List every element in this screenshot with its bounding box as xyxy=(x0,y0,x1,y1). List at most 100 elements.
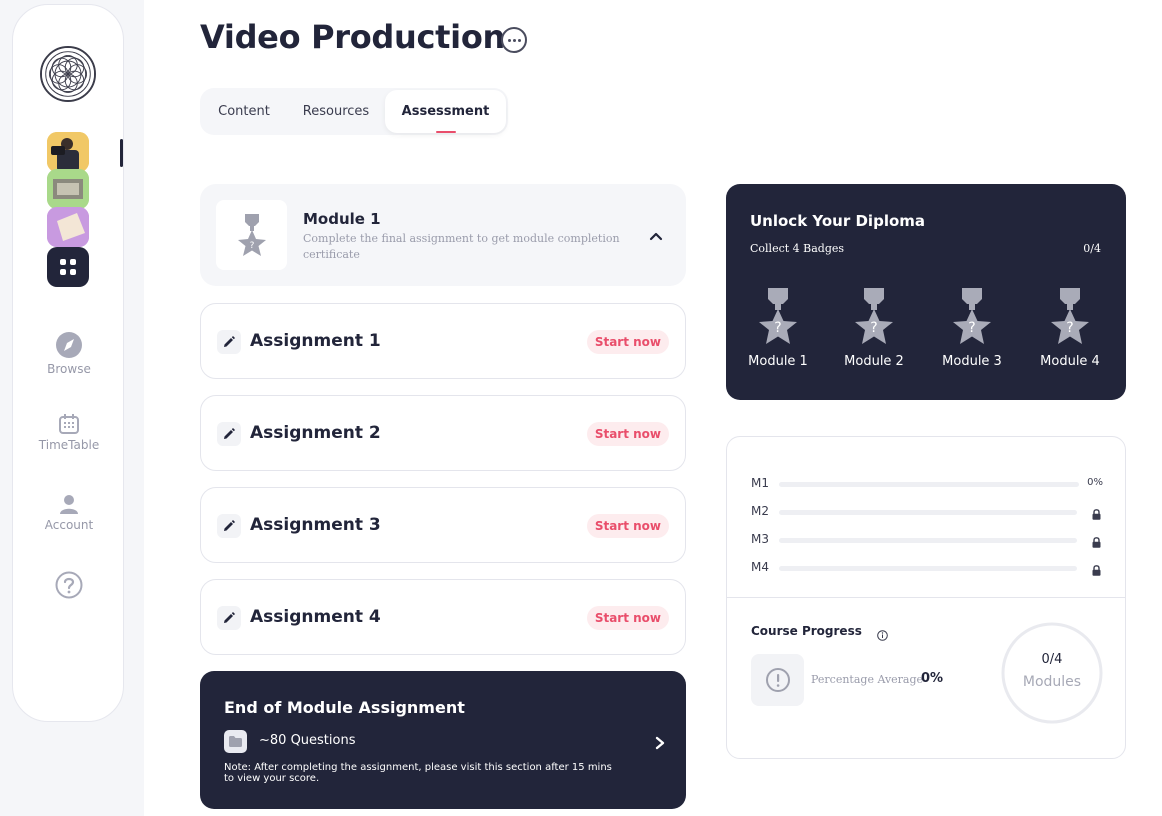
progress-track xyxy=(779,510,1077,515)
folder-icon xyxy=(224,730,247,753)
assignment-title: Assignment 3 xyxy=(250,515,381,535)
more-dot-icon xyxy=(507,38,511,42)
lock-icon xyxy=(1092,561,1101,580)
room-image-icon xyxy=(47,169,89,209)
tab-bar: Content Resources Assessment xyxy=(200,88,508,135)
nav-account-label: Account xyxy=(44,518,94,532)
help-icon xyxy=(55,571,83,599)
assignment-title: Assignment 2 xyxy=(250,423,381,443)
assignment-card-2[interactable]: Assignment 2 Start now xyxy=(200,395,686,471)
svg-text:?: ? xyxy=(870,320,877,336)
start-now-button[interactable]: Start now xyxy=(586,330,669,354)
question-count: ~80 Questions xyxy=(259,733,356,748)
modules-label: Modules xyxy=(1022,674,1082,690)
logo-pattern-icon xyxy=(42,48,94,100)
assignment-title: Assignment 4 xyxy=(250,607,381,627)
user-icon xyxy=(60,495,78,514)
diploma-badge-module-3: ? Module 3 xyxy=(932,288,1012,369)
app-logo[interactable] xyxy=(40,46,96,102)
course-thumbnail-paper[interactable] xyxy=(47,207,89,247)
more-dot-icon xyxy=(512,38,516,42)
end-of-module-note: Note: After completing the assignment, p… xyxy=(224,762,612,784)
assignment-card-1[interactable]: Assignment 1 Start now xyxy=(200,303,686,379)
calendar-icon xyxy=(59,414,79,434)
module-progress-label: M4 xyxy=(751,560,769,574)
active-course-indicator xyxy=(120,139,123,167)
module-progress-label: M3 xyxy=(751,532,769,546)
start-now-button[interactable]: Start now xyxy=(586,606,669,630)
assignment-card-3[interactable]: Assignment 3 Start now xyxy=(200,487,686,563)
diploma-badge-module-4: ? Module 4 xyxy=(1030,288,1110,369)
grid-icon xyxy=(60,259,76,275)
badge-label: Module 4 xyxy=(1040,354,1100,369)
assignment-title: Assignment 1 xyxy=(250,331,381,351)
nav-timetable-label: TimeTable xyxy=(38,438,100,452)
compass-icon xyxy=(56,332,82,358)
nav-help[interactable] xyxy=(13,571,125,602)
module-header-card[interactable]: ? Module 1 Complete the final assignment… xyxy=(200,184,686,286)
start-now-button[interactable]: Start now xyxy=(586,422,669,446)
pencil-icon xyxy=(217,422,241,446)
more-options-button[interactable] xyxy=(501,27,527,53)
svg-text:?: ? xyxy=(249,241,254,251)
module-progress-row: M2 xyxy=(751,504,1103,520)
progress-track xyxy=(779,482,1079,487)
open-assignment-button[interactable] xyxy=(654,735,666,754)
diploma-card: Unlock Your Diploma Collect 4 Badges 0/4… xyxy=(726,184,1126,400)
module-progress-row: M3 xyxy=(751,532,1103,548)
chevron-right-icon xyxy=(655,736,665,750)
nav-browse-label: Browse xyxy=(47,362,91,376)
progress-track xyxy=(779,566,1077,571)
start-now-button[interactable]: Start now xyxy=(586,514,669,538)
alert-icon xyxy=(751,654,804,706)
progress-track xyxy=(779,538,1077,543)
lock-icon xyxy=(1092,505,1101,524)
diploma-badge-module-2: ? Module 2 xyxy=(834,288,914,369)
pencil-icon xyxy=(217,606,241,630)
info-icon[interactable] xyxy=(877,626,888,645)
module-progress-row: M4 xyxy=(751,560,1103,576)
tab-assessment[interactable]: Assessment xyxy=(385,90,506,133)
diploma-title: Unlock Your Diploma xyxy=(750,212,926,230)
pencil-icon xyxy=(217,514,241,538)
course-thumbnail-room[interactable] xyxy=(47,169,89,209)
svg-text:?: ? xyxy=(968,320,975,336)
module-title: Module 1 xyxy=(303,210,381,228)
locked-medal-icon: ? xyxy=(759,288,797,344)
locked-medal-icon: ? xyxy=(237,214,266,256)
nav-timetable[interactable]: TimeTable xyxy=(13,413,125,452)
diploma-badge-module-1: ? Module 1 xyxy=(738,288,818,369)
svg-text:?: ? xyxy=(774,320,781,336)
nav-account[interactable]: Account xyxy=(13,493,125,532)
tab-resources[interactable]: Resources xyxy=(294,88,378,135)
badge-label: Module 1 xyxy=(748,354,808,369)
end-of-module-title: End of Module Assignment xyxy=(224,698,465,717)
percentage-average-value: 0% xyxy=(921,671,944,686)
tab-content[interactable]: Content xyxy=(210,88,278,135)
module-badge: ? xyxy=(216,200,287,270)
svg-text:?: ? xyxy=(1066,320,1073,336)
page-title: Video Production xyxy=(200,18,506,56)
pencil-icon xyxy=(217,330,241,354)
module-progress-label: M2 xyxy=(751,504,769,518)
sidebar: Browse TimeTable Account xyxy=(12,4,124,722)
all-courses-button[interactable] xyxy=(47,247,89,287)
diploma-badge-count: 0/4 xyxy=(1083,242,1101,255)
module-description: Complete the final assignment to get mod… xyxy=(303,232,620,261)
camera-person-icon xyxy=(47,132,89,172)
progress-card: M1 0% M2 M3 M4 Course Progress Percentag… xyxy=(726,436,1126,759)
badge-label: Module 2 xyxy=(844,354,904,369)
modules-progress-ring xyxy=(1001,622,1103,724)
locked-medal-icon: ? xyxy=(1051,288,1089,344)
assignment-card-4[interactable]: Assignment 4 Start now xyxy=(200,579,686,655)
module-progress-label: M1 xyxy=(751,476,769,490)
modules-completed-value: 0/4 xyxy=(1041,652,1063,667)
divider xyxy=(727,597,1125,598)
percentage-average-label: Percentage Average xyxy=(811,673,924,686)
course-thumbnail-camera[interactable] xyxy=(47,132,89,172)
end-of-module-card[interactable]: End of Module Assignment ~80 Questions N… xyxy=(200,671,686,809)
locked-medal-icon: ? xyxy=(855,288,893,344)
collapse-button[interactable] xyxy=(649,228,663,247)
locked-medal-icon: ? xyxy=(953,288,991,344)
nav-browse[interactable]: Browse xyxy=(13,331,125,376)
